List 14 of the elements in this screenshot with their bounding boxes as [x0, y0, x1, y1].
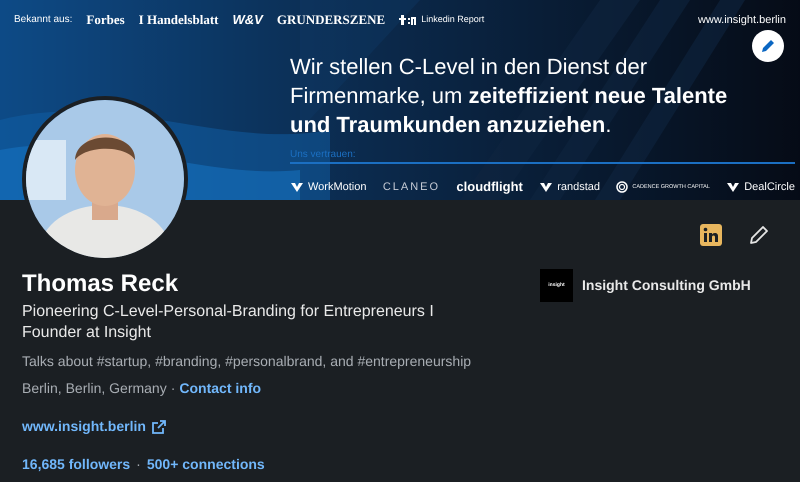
edit-icon[interactable] [748, 224, 770, 246]
company-name[interactable]: Insight Consulting GmbH [582, 275, 751, 296]
followers-link[interactable]: 16,685 followers [22, 454, 130, 475]
separator-dot: · [170, 379, 176, 398]
separator-dot: · [136, 455, 141, 474]
profile-headline: Pioneering C-Level-Personal-Branding for Entrepreneurs I Founder at Insight [22, 302, 435, 343]
linkedin-icon[interactable] [700, 224, 722, 246]
talks-about: Talks about #startup, #branding, #personalbrand, and #entrepreneurship [22, 352, 472, 371]
website-link[interactable]: www.insight.berlin [22, 416, 492, 437]
location: Berlin, Berlin, Germany [22, 379, 167, 398]
external-link-icon [152, 420, 166, 434]
profile-name: Thomas Reck [22, 269, 180, 299]
connections-link[interactable]: 500+ connections [146, 454, 265, 475]
contact-info-link[interactable]: Contact info [179, 378, 262, 399]
